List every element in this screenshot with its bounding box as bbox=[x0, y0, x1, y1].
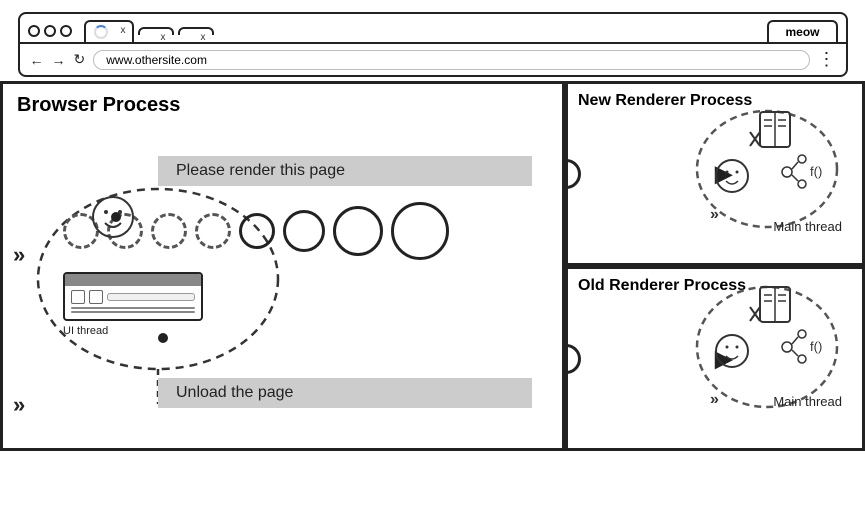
window-dots bbox=[28, 25, 72, 37]
circle-3 bbox=[151, 213, 187, 249]
old-renderer-char-area: f() » Main thread bbox=[692, 279, 842, 419]
ui-icon-fwd bbox=[89, 290, 103, 304]
new-renderer-char-area: f() » Main thread bbox=[692, 104, 842, 234]
svg-text:»: » bbox=[710, 391, 719, 408]
reload-button[interactable]: ↻ bbox=[74, 51, 86, 68]
tab-close-3[interactable]: x bbox=[201, 32, 206, 43]
ui-thread-titlebar bbox=[65, 274, 201, 286]
ui-line-2 bbox=[71, 311, 195, 313]
tab-close-2[interactable]: x bbox=[161, 32, 166, 43]
browser-process-label: Browser Process bbox=[3, 84, 562, 127]
old-renderer-border-circle bbox=[565, 344, 581, 374]
chevrons-incoming: » bbox=[13, 242, 25, 268]
dot2 bbox=[44, 25, 56, 37]
browser-process-panel: Browser Process Please render this page … bbox=[0, 81, 565, 451]
new-renderer-char-svg: f() » bbox=[692, 104, 842, 234]
url-input[interactable] bbox=[93, 50, 809, 70]
back-button[interactable]: ← bbox=[30, 52, 44, 68]
browser-chrome: x x x meow ← → ↻ ⋮ bbox=[18, 12, 848, 77]
tab-bar: x x x meow bbox=[20, 14, 846, 44]
new-renderer-process: New Renderer Process ▶ bbox=[565, 81, 865, 266]
ui-addressbar bbox=[107, 293, 195, 301]
menu-icon[interactable]: ⋮ bbox=[818, 49, 836, 70]
svg-text:»: » bbox=[710, 206, 719, 223]
tab-1[interactable]: x bbox=[84, 20, 134, 42]
dot1 bbox=[28, 25, 40, 37]
tab-2[interactable]: x bbox=[138, 27, 174, 35]
ui-thread-label: UI thread bbox=[63, 325, 203, 337]
ui-line-1 bbox=[71, 307, 195, 309]
chevrons-outgoing: » bbox=[13, 392, 25, 418]
render-message-bubble: Please render this page bbox=[158, 156, 532, 186]
new-renderer-border-circle bbox=[565, 159, 581, 189]
old-renderer-process: Old Renderer Process ▶ bbox=[565, 266, 865, 451]
unload-message-bubble: Unload the page bbox=[158, 378, 532, 408]
ui-thread: UI thread bbox=[63, 272, 203, 337]
svg-text:f(): f() bbox=[810, 339, 822, 354]
ui-thread-inner bbox=[65, 286, 201, 319]
forward-button[interactable]: → bbox=[52, 52, 66, 68]
address-bar: ← → ↻ ⋮ bbox=[20, 44, 846, 75]
main-content: Browser Process Please render this page … bbox=[0, 81, 865, 451]
tab-close-1[interactable]: x bbox=[121, 25, 126, 36]
dot3 bbox=[60, 25, 72, 37]
ui-thread-box bbox=[63, 272, 203, 321]
ui-icon-back bbox=[71, 290, 85, 304]
loading-spinner bbox=[94, 25, 108, 39]
svg-text:f(): f() bbox=[810, 164, 822, 179]
right-panel: New Renderer Process ▶ bbox=[565, 81, 865, 451]
smiley-face bbox=[88, 192, 138, 247]
old-renderer-main-thread: Main thread bbox=[773, 394, 842, 409]
new-renderer-main-thread: Main thread bbox=[773, 219, 842, 234]
meow-tab[interactable]: meow bbox=[767, 20, 837, 42]
circle-6 bbox=[283, 210, 325, 252]
circle-8 bbox=[391, 202, 449, 260]
circle-5 bbox=[239, 213, 275, 249]
tab-3[interactable]: x bbox=[178, 27, 214, 35]
circle-4 bbox=[195, 213, 231, 249]
circle-7 bbox=[333, 206, 383, 256]
path-dot-2 bbox=[158, 333, 168, 343]
